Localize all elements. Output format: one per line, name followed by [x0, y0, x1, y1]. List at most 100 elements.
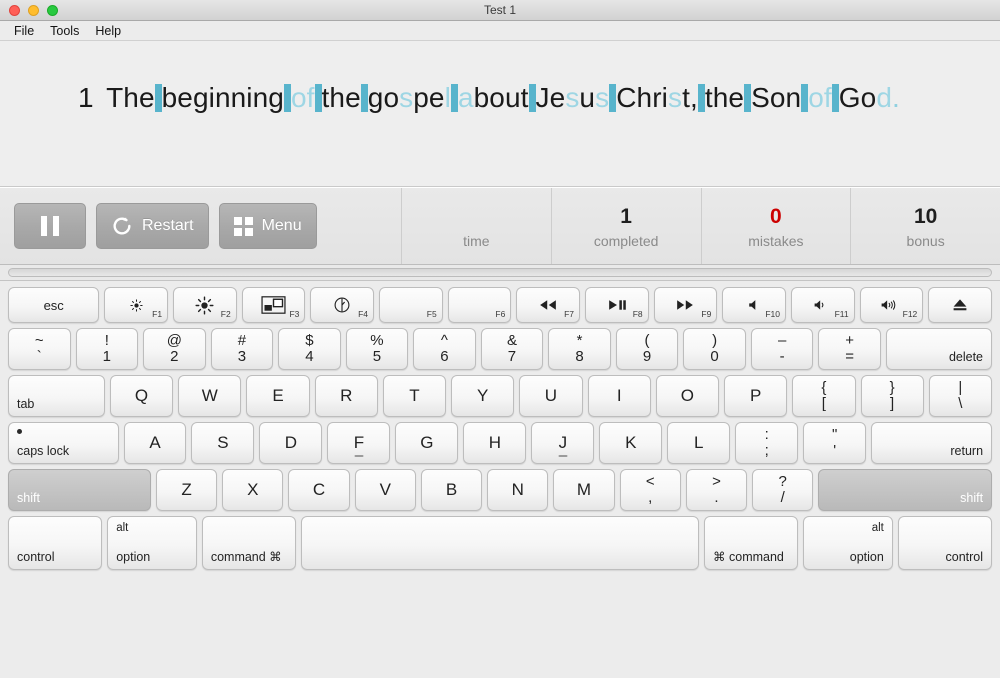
key-a[interactable]: A	[123, 422, 187, 464]
close-button[interactable]	[9, 4, 20, 16]
menu-button[interactable]: Menu	[218, 203, 317, 249]
key-3[interactable]: #3	[210, 328, 274, 370]
key-comma[interactable]: <,	[619, 469, 681, 511]
maximize-button[interactable]	[47, 4, 58, 16]
key-x[interactable]: X	[222, 469, 284, 511]
key-p[interactable]: P	[724, 375, 788, 417]
key-command-left[interactable]: command ⌘	[201, 516, 297, 570]
key-2[interactable]: @2	[143, 328, 206, 370]
key-v[interactable]: V	[354, 469, 416, 511]
passage-token: of	[808, 82, 832, 113]
key-b-label: B	[445, 480, 458, 499]
key-f11[interactable]: F11	[790, 287, 855, 323]
key-h[interactable]: H	[463, 422, 527, 464]
key-space[interactable]	[301, 516, 700, 570]
key-i[interactable]: I	[587, 375, 651, 417]
key-o[interactable]: O	[655, 375, 720, 417]
key-esc[interactable]: esc	[8, 287, 100, 323]
key-shift-label: %	[370, 332, 384, 349]
home-row-bump	[354, 455, 364, 457]
key-r[interactable]: R	[314, 375, 378, 417]
key-option-right[interactable]: option alt	[803, 516, 893, 570]
key-8[interactable]: * 8	[548, 328, 611, 370]
passage-space-marker	[697, 84, 705, 112]
key-f5[interactable]: F5	[379, 287, 443, 323]
key-option-left[interactable]: option alt	[107, 516, 197, 570]
pause-button[interactable]	[14, 203, 86, 249]
key-equals[interactable]: + =	[818, 328, 881, 370]
key-q[interactable]: Q	[109, 375, 174, 417]
key-1[interactable]: ! 1	[75, 328, 139, 370]
stat-completed-value: 1	[620, 205, 632, 228]
key-f10[interactable]: F10	[722, 287, 786, 323]
key-backtick[interactable]: ~ `	[8, 328, 71, 370]
key-shift-label: ~	[34, 332, 44, 349]
key-return[interactable]: return	[871, 422, 993, 464]
key-tab[interactable]: tab	[8, 375, 105, 417]
key-semicolon[interactable]: :;	[735, 422, 799, 464]
key-f2[interactable]: F2	[173, 287, 237, 323]
key-5[interactable]: % 5	[345, 328, 409, 370]
key-t[interactable]: T	[382, 375, 447, 417]
key-f6-fnum-label: F6	[495, 309, 506, 319]
key-period[interactable]: >.	[685, 469, 748, 511]
key-j[interactable]: J	[531, 422, 595, 464]
key-s[interactable]: S	[191, 422, 255, 464]
key-f4[interactable]: F4	[310, 287, 375, 323]
key-capslock[interactable]: caps lock	[8, 422, 119, 464]
key-l[interactable]: L	[667, 422, 731, 464]
key-0[interactable]: ) 0	[683, 328, 746, 370]
key-leftbracket-labels: {[	[821, 380, 826, 412]
key-f6[interactable]: F6	[447, 287, 512, 323]
key-quote[interactable]: " '	[803, 422, 867, 464]
key-u[interactable]: U	[519, 375, 583, 417]
key-leftbracket[interactable]: {[	[792, 375, 856, 417]
key-k[interactable]: K	[599, 422, 663, 464]
key-f7[interactable]: F7	[516, 287, 580, 323]
key-control-right[interactable]: control	[897, 516, 993, 570]
key-eject[interactable]	[928, 287, 992, 323]
key-shift-left[interactable]: shift	[8, 469, 151, 511]
key-control-left-label: control	[17, 550, 55, 564]
keyboard-row-home: caps lock A S D F G H J K L:; " ' return	[8, 422, 993, 464]
key-c[interactable]: C	[288, 469, 350, 511]
menu-item-help[interactable]: Help	[87, 23, 129, 39]
key-rightbracket[interactable]: }]	[860, 375, 924, 417]
key-4[interactable]: $4	[278, 328, 341, 370]
key-y[interactable]: Y	[451, 375, 515, 417]
menu-item-file[interactable]: File	[6, 23, 42, 39]
key-minus-labels: – -	[778, 333, 786, 365]
key-shift-label: >	[712, 473, 721, 490]
key-w-label: W	[201, 386, 218, 405]
passage-text: 1 The beginning of the gospel about Jesus Chris…	[78, 77, 922, 119]
key-z[interactable]: Z	[155, 469, 218, 511]
key-command-right[interactable]: ⌘ command	[704, 516, 799, 570]
minimize-button[interactable]	[28, 4, 39, 16]
restart-button[interactable]: Restart	[96, 203, 209, 249]
key-6[interactable]: ^ 6	[413, 328, 476, 370]
key-g[interactable]: G	[395, 422, 459, 464]
menu-item-tools[interactable]: Tools	[42, 23, 87, 39]
key-f3[interactable]: F3	[241, 287, 306, 323]
key-e[interactable]: E	[246, 375, 310, 417]
key-slash[interactable]: ? /	[752, 469, 814, 511]
key-n[interactable]: N	[487, 469, 549, 511]
key-d[interactable]: D	[259, 422, 323, 464]
key-f1[interactable]: F1	[104, 287, 169, 323]
key-f9[interactable]: F9	[653, 287, 718, 323]
key-b[interactable]: B	[420, 469, 483, 511]
key-f12[interactable]: F12	[859, 287, 924, 323]
key-minus[interactable]: – -	[750, 328, 814, 370]
key-shift-label: )	[712, 332, 718, 349]
key-shift-right[interactable]: shift	[818, 469, 993, 511]
key-f[interactable]: F	[327, 422, 391, 464]
key-control-left[interactable]: control	[8, 516, 103, 570]
key-delete[interactable]: delete	[885, 328, 993, 370]
key-f8[interactable]: F8	[585, 287, 649, 323]
key-backslash[interactable]: | \	[928, 375, 992, 417]
key-w[interactable]: W	[178, 375, 242, 417]
key-m[interactable]: M	[553, 469, 615, 511]
key-9[interactable]: (9	[615, 328, 679, 370]
key-base-label: =	[845, 348, 855, 365]
key-7[interactable]: & 7	[480, 328, 544, 370]
